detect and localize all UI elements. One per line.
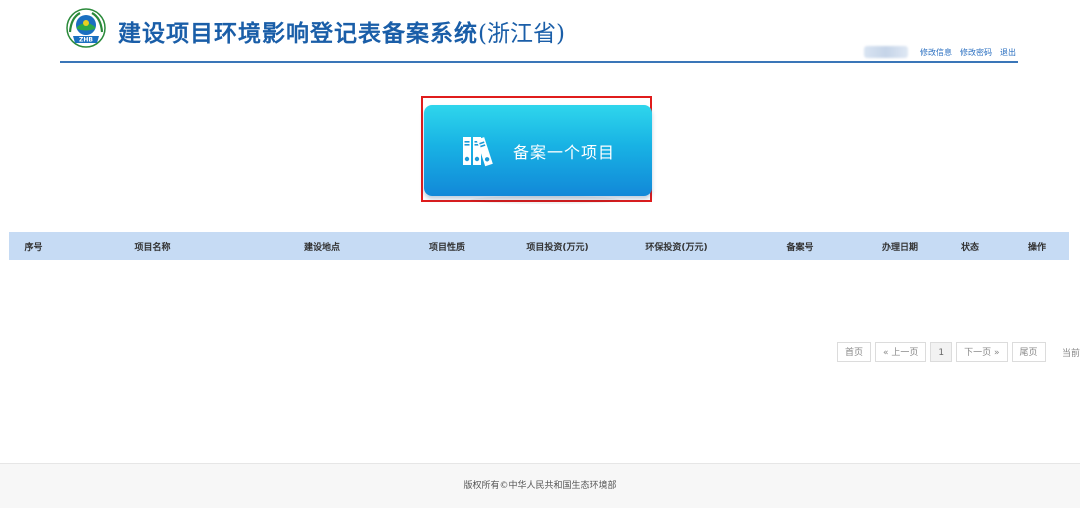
pagination-info: 当前 (1062, 349, 1080, 359)
col-header-actions: 操作 (1005, 232, 1069, 260)
site-title-main: 建设项目环境影响登记表备案系统 (118, 21, 478, 47)
col-header-nature: 项目性质 (397, 232, 497, 260)
svg-text:ZHB: ZHB (79, 37, 93, 44)
col-header-location: 建设地点 (247, 232, 397, 260)
edit-info-link[interactable]: 修改信息 (920, 47, 952, 58)
user-area: 修改信息 修改密码 退出 (864, 44, 1016, 60)
header: ZHB 建设项目环境影响登记表备案系统(浙江省) 修改信息 修改密码 退出 (60, 0, 1018, 64)
site-title: 建设项目环境影响登记表备案系统(浙江省) (118, 14, 565, 48)
first-page-button[interactable]: 首页 (837, 342, 872, 362)
logout-link[interactable]: 退出 (1000, 47, 1016, 58)
col-header-project-name: 项目名称 (58, 232, 247, 260)
record-project-label: 备案一个项目 (512, 142, 615, 162)
col-header-index: 序号 (9, 232, 58, 260)
project-table: 序号 项目名称 建设地点 项目性质 项目投资(万元) 环保投资(万元) 备案号 … (9, 232, 1069, 260)
next-page-button[interactable]: 下一页 » (956, 342, 1008, 362)
current-page-button[interactable]: 1 (930, 342, 953, 362)
pagination: 首页 « 上一页 1 下一页 » 尾页 (837, 342, 1046, 362)
col-header-record-number: 备案号 (735, 232, 865, 260)
mee-logo-icon: ZHB (66, 8, 106, 48)
footer: 版权所有©中华人民共和国生态环境部 (0, 463, 1080, 508)
col-header-date: 办理日期 (865, 232, 935, 260)
col-header-env-investment: 环保投资(万元) (618, 232, 735, 260)
col-header-status: 状态 (935, 232, 1005, 260)
prev-page-button[interactable]: « 上一页 (875, 342, 927, 362)
header-divider (60, 61, 1018, 63)
change-password-link[interactable]: 修改密码 (960, 47, 992, 58)
table-header-row: 序号 项目名称 建设地点 项目性质 项目投资(万元) 环保投资(万元) 备案号 … (9, 232, 1069, 260)
button-shadow (470, 196, 620, 204)
binders-icon (462, 136, 493, 166)
user-name-redacted (864, 46, 908, 58)
footer-copyright: 版权所有©中华人民共和国生态环境部 (463, 481, 617, 491)
col-header-investment: 项目投资(万元) (497, 232, 618, 260)
site-title-province: (浙江省) (478, 21, 565, 47)
record-project-button[interactable]: 备案一个项目 (424, 105, 652, 196)
last-page-button[interactable]: 尾页 (1011, 342, 1046, 362)
